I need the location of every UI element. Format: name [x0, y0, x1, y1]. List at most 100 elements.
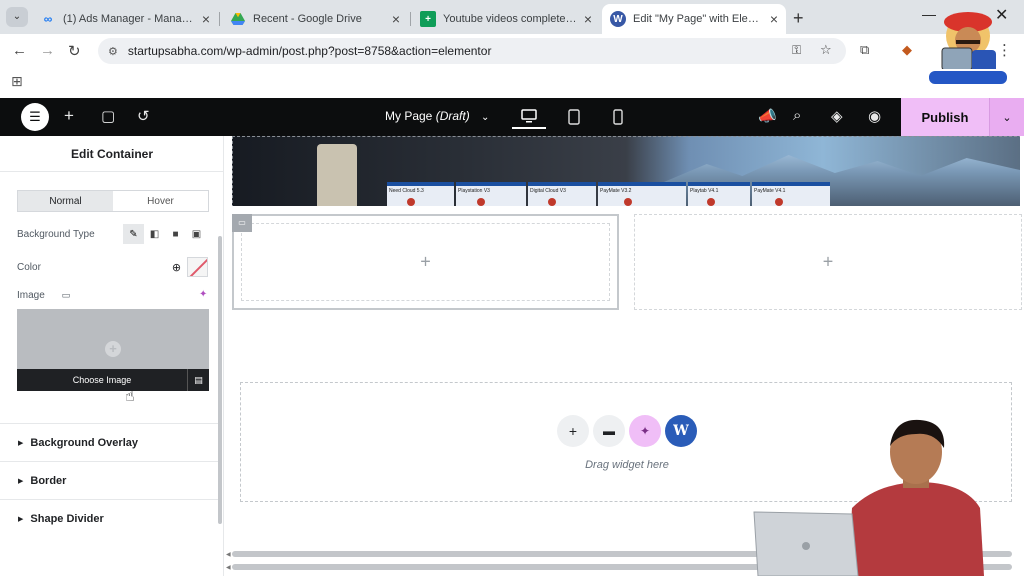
tab-normal[interactable]: Normal	[18, 191, 113, 211]
image-picker-bar: Choose Image ▤	[17, 369, 209, 391]
hero-banner-image: Need Cloud 5.3 Playstation V3 Digital Cl…	[232, 136, 1020, 206]
scroll-left-arrow-icon[interactable]: ◀	[226, 551, 231, 558]
scroll-left-arrow-icon[interactable]: ◀	[226, 564, 231, 571]
game-box: PayMate V4.1	[752, 182, 830, 206]
caret-right-icon: ▶	[18, 515, 24, 523]
caret-right-icon: ▶	[18, 439, 24, 447]
channel-logo	[922, 10, 1014, 90]
brush-icon[interactable]: ✎	[123, 224, 144, 244]
google-drive-icon	[230, 11, 246, 27]
video-icon[interactable]: ■	[165, 224, 186, 244]
close-icon[interactable]: ×	[202, 11, 210, 27]
image-label-text: Image	[17, 290, 45, 301]
mobile-view-icon[interactable]	[601, 105, 635, 129]
add-widget-plus-icon[interactable]: +	[823, 252, 834, 273]
site-info-icon[interactable]: ⚙	[108, 45, 118, 58]
container-left-selected[interactable]: ▭ +	[232, 214, 619, 310]
section-border[interactable]: ▶ Border	[0, 461, 222, 499]
slideshow-icon[interactable]: ▣	[186, 224, 207, 244]
mountains-shape	[664, 155, 1020, 206]
tab-separator	[410, 12, 411, 26]
browser-tab-bar: ⌄ ∞ (1) Ads Manager - Manage ads × Recen…	[0, 0, 1024, 34]
search-icon[interactable]: ⌕	[793, 107, 801, 124]
elementor-logo-icon[interactable]: ☰	[21, 103, 49, 131]
new-tab-button[interactable]: +	[793, 8, 804, 29]
add-element-icon[interactable]: +	[64, 106, 74, 126]
tab-google-drive[interactable]: Recent - Google Drive ×	[222, 4, 408, 34]
url-bar[interactable]: ⚙ startupsabha.com/wp-admin/post.php?pos…	[98, 38, 846, 64]
background-type-selector: ✎ ◧ ■ ▣	[123, 224, 207, 244]
section-label: Background Overlay	[30, 436, 138, 449]
notifications-icon[interactable]: 📣	[758, 107, 777, 125]
tablet-view-icon[interactable]	[557, 105, 591, 129]
tab-hover[interactable]: Hover	[113, 191, 208, 211]
preview-eye-icon[interactable]: ◉	[868, 107, 881, 125]
wordpress-kit-icon[interactable]: W	[665, 415, 697, 447]
ai-sparkle-icon[interactable]: ✦	[629, 415, 661, 447]
address-bar-row: ← → ↻ ⚙ startupsabha.com/wp-admin/post.p…	[0, 34, 1024, 68]
history-icon[interactable]: ↺	[137, 107, 150, 125]
reload-icon[interactable]: ↻	[68, 42, 81, 60]
lamp-shape	[317, 144, 357, 206]
presenter-webcam-overlay	[748, 416, 1024, 577]
add-widget-plus-icon[interactable]: +	[420, 252, 431, 273]
chevron-down-icon: ⌄	[481, 112, 490, 123]
page-settings-icon[interactable]: ▢	[101, 107, 115, 125]
ai-sparkle-icon[interactable]: ✦	[199, 289, 207, 300]
section-background-overlay[interactable]: ▶ Background Overlay	[0, 423, 222, 461]
section-shape-divider[interactable]: ▶ Shape Divider	[0, 499, 222, 537]
publish-button[interactable]: Publish	[901, 98, 989, 136]
game-box: Need Cloud 5.3	[387, 182, 454, 206]
container-right[interactable]: +	[634, 214, 1022, 310]
game-box: Playtab V4.1	[688, 182, 750, 206]
game-box: Playstation V3	[456, 182, 526, 206]
forward-icon[interactable]: →	[40, 42, 55, 59]
tab-ads-manager[interactable]: ∞ (1) Ads Manager - Manage ads ×	[32, 4, 218, 34]
wordpress-icon: W	[610, 11, 626, 27]
globe-icon[interactable]: ⊕	[166, 257, 187, 277]
image-picker[interactable]: + Choose Image ▤	[17, 309, 209, 391]
responsive-desktop-icon[interactable]: ▭	[62, 290, 71, 300]
apps-grid-icon[interactable]: ⊞	[11, 73, 23, 90]
page-status: (Draft)	[435, 109, 470, 123]
tab-separator	[219, 12, 220, 26]
tab-elementor[interactable]: W Edit "My Page" with Elementor ×	[602, 4, 786, 34]
add-image-icon[interactable]: +	[105, 341, 121, 357]
publish-options-chevron-icon[interactable]: ⌄	[989, 98, 1024, 136]
meta-icon: ∞	[43, 12, 53, 26]
tab-youtube-sheet[interactable]: + Youtube videos complete topic ×	[412, 4, 600, 34]
google-sheets-icon: +	[420, 11, 436, 27]
image-label: Image ▭	[17, 290, 70, 301]
game-box: Digital Cloud V3	[528, 182, 596, 206]
page-title: My Page	[385, 109, 433, 123]
password-key-icon[interactable]: ⚿	[792, 43, 801, 58]
structure-layers-icon[interactable]: ◈	[831, 107, 843, 125]
color-label: Color	[17, 262, 41, 273]
bookmarks-bar: ⊞	[0, 68, 1024, 98]
bookmark-star-icon[interactable]: ☆	[820, 42, 832, 58]
section-label: Shape Divider	[30, 512, 104, 525]
panel-title: Edit Container	[0, 136, 224, 172]
panel-scrollbar[interactable]	[218, 236, 222, 524]
extension-profile-icon[interactable]: ◆	[902, 42, 912, 58]
section-label: Border	[30, 474, 67, 487]
desktop-view-icon[interactable]	[512, 105, 546, 129]
close-icon[interactable]: ×	[392, 11, 400, 27]
tab-search-icon[interactable]: ⌄	[6, 7, 28, 27]
hand-cursor-icon: ☝	[125, 388, 135, 405]
gradient-icon[interactable]: ◧	[144, 224, 165, 244]
extensions-icon[interactable]: ⧉	[860, 42, 869, 58]
template-library-folder-icon[interactable]: ▬	[593, 415, 625, 447]
page-title-dropdown[interactable]: My Page (Draft) ⌄	[385, 109, 489, 123]
media-library-icon[interactable]: ▤	[187, 369, 209, 391]
container-handle-icon[interactable]: ▭	[232, 214, 252, 232]
back-icon[interactable]: ←	[12, 42, 27, 59]
close-icon[interactable]: ×	[584, 11, 592, 27]
color-swatch[interactable]	[187, 257, 208, 277]
close-icon[interactable]: ×	[770, 11, 778, 27]
add-section-icon[interactable]: +	[557, 415, 589, 447]
color-control: ⊕	[166, 257, 208, 277]
choose-image-button[interactable]: Choose Image	[17, 375, 187, 385]
background-type-label: Background Type	[17, 229, 95, 240]
elementor-top-bar: ☰ + ▢ ↺ My Page (Draft) ⌄ 📣 ⌕ ◈ ◉ Publis…	[0, 98, 1024, 136]
